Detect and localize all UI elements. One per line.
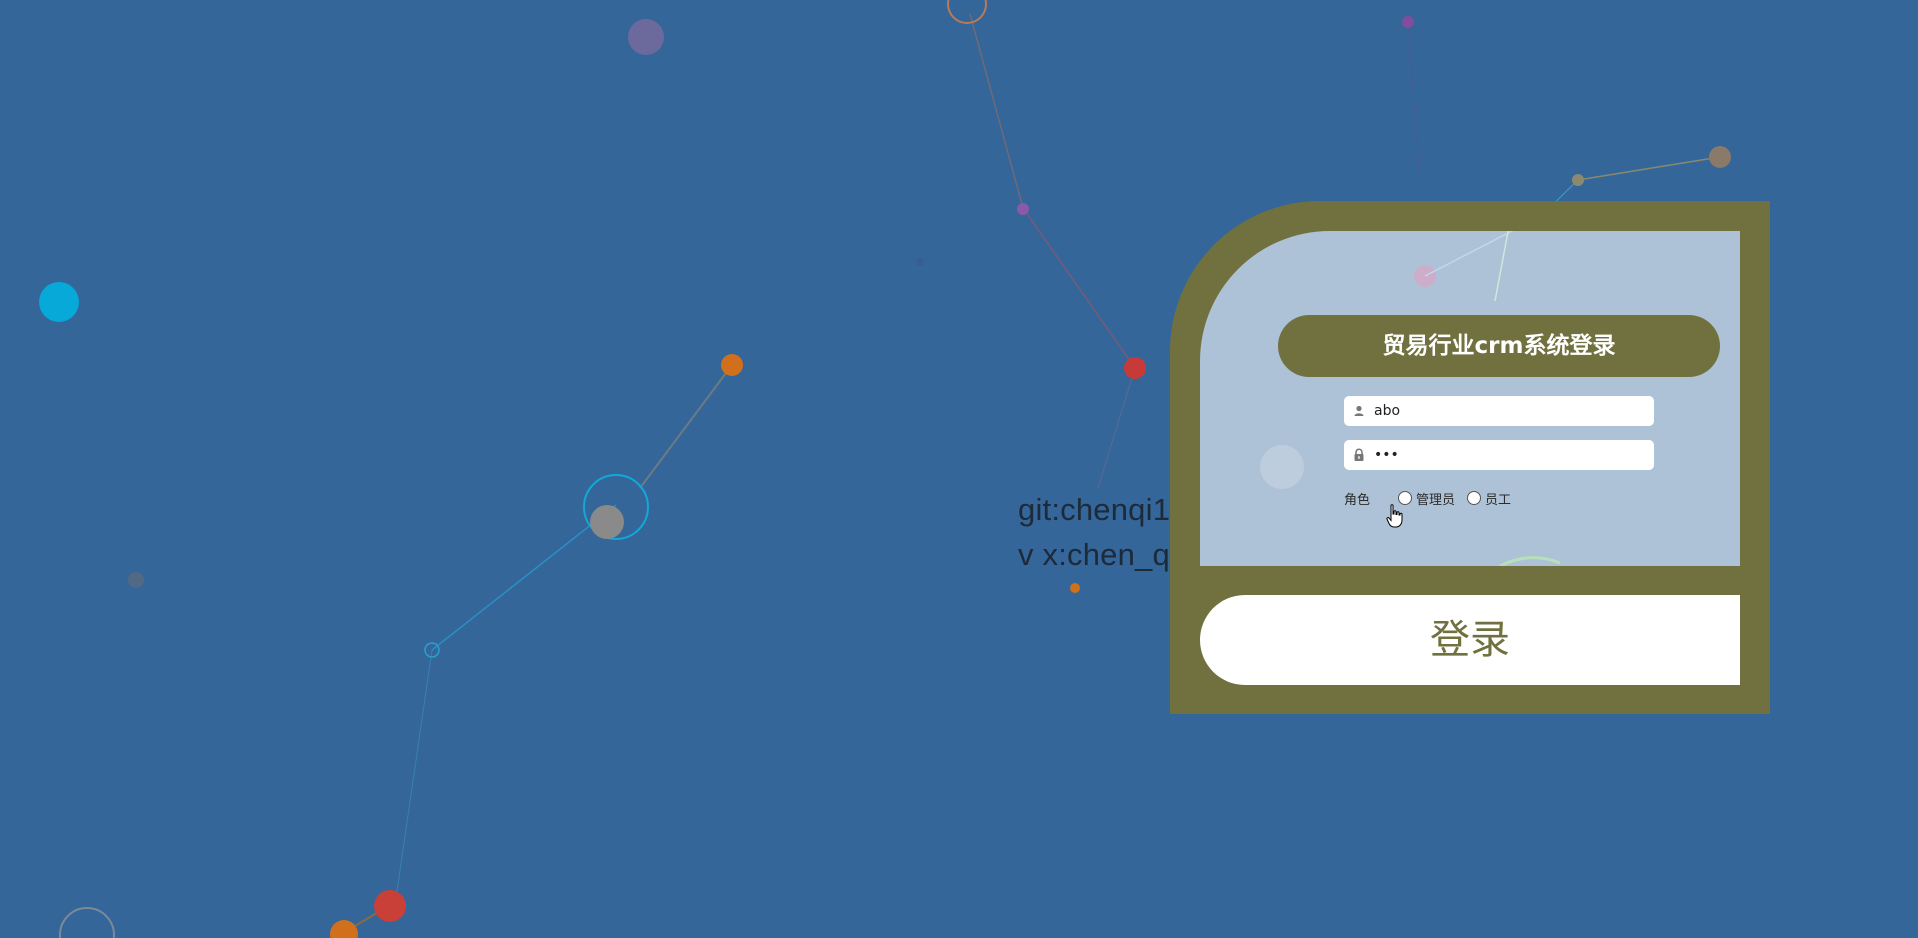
particle-link (639, 364, 733, 489)
role-option-admin[interactable]: 管理员 (1398, 489, 1455, 508)
role-staff-label: 员工 (1485, 492, 1512, 508)
role-staff-radio[interactable] (1467, 491, 1482, 505)
role-option-staff[interactable]: 员工 (1467, 489, 1511, 508)
username-input[interactable] (1374, 396, 1644, 426)
login-button[interactable]: 登录 (1200, 595, 1740, 685)
lock-icon-keyhole (1358, 456, 1360, 459)
particle (590, 505, 624, 539)
particle (1260, 445, 1304, 489)
hand-cursor-shape (1386, 504, 1403, 528)
particle (330, 920, 358, 938)
particle (374, 890, 406, 922)
lock-icon-shackle (1355, 448, 1363, 454)
role-selector: 角色 管理员 员工 (1344, 488, 1523, 508)
user-icon-head (1356, 405, 1362, 412)
password-input[interactable] (1374, 440, 1644, 470)
particle-link (1424, 231, 1514, 277)
particle-link (969, 13, 1024, 209)
particle (1402, 16, 1414, 28)
particle (1124, 357, 1146, 379)
lock-icon (1354, 448, 1364, 461)
particle (59, 907, 115, 938)
particle (128, 572, 144, 588)
username-field[interactable] (1344, 396, 1654, 426)
role-admin-label: 管理员 (1416, 492, 1456, 508)
password-field[interactable] (1344, 440, 1654, 470)
user-icon-body (1354, 413, 1364, 416)
particle (1017, 203, 1029, 215)
login-form-panel: 贸易行业crm系统登录 角色 (1200, 231, 1740, 566)
hand-cursor-icon (1386, 504, 1403, 528)
particle-link (1022, 207, 1136, 369)
role-label: 角色 (1344, 492, 1371, 508)
particle-link (431, 504, 617, 651)
login-page: git:chenqi199 v x:chen_q123456 贸易行业crm系统… (0, 0, 1918, 938)
particle (39, 282, 79, 322)
particle-link (1577, 156, 1721, 181)
particle (721, 354, 743, 376)
particle (947, 0, 987, 24)
particle (916, 258, 924, 266)
user-icon (1354, 405, 1364, 416)
particle (628, 19, 664, 55)
particle-link (1097, 367, 1136, 489)
particle (1572, 174, 1584, 186)
particle-link (394, 649, 433, 906)
particle (1070, 583, 1080, 593)
particle (1709, 146, 1731, 168)
particle-link (1494, 231, 1509, 302)
login-title: 贸易行业crm系统登录 (1278, 315, 1720, 377)
login-card: 贸易行业crm系统登录 角色 (1170, 201, 1770, 714)
role-admin-radio[interactable] (1398, 491, 1413, 505)
particle-link (1407, 21, 1421, 181)
